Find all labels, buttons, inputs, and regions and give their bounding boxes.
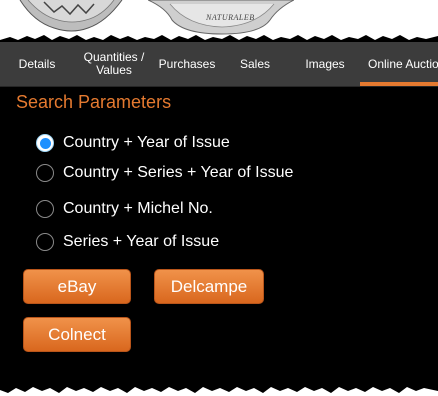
- tab-images[interactable]: Images: [290, 42, 360, 86]
- radio-option-country-series-year[interactable]: Country + Series + Year of Issue: [36, 160, 293, 186]
- stamp-thumbnails-strip: NATURALEB: [0, 0, 438, 42]
- radio-option-country-year[interactable]: Country + Year of Issue: [36, 130, 230, 156]
- radio-button[interactable]: [36, 164, 54, 182]
- ebay-button[interactable]: eBay: [23, 269, 131, 304]
- radio-button[interactable]: [36, 200, 54, 218]
- tab-purchases[interactable]: Purchases: [154, 42, 220, 86]
- tab-online-auction[interactable]: Online Auction: [360, 42, 438, 86]
- tab-details[interactable]: Details: [0, 42, 74, 86]
- tab-quantities-values[interactable]: Quantities / Values: [74, 42, 154, 86]
- colnect-button[interactable]: Colnect: [23, 317, 131, 352]
- torn-edge-bottom: [0, 387, 438, 396]
- tab-sales[interactable]: Sales: [220, 42, 290, 86]
- radio-label: Country + Michel No.: [63, 200, 213, 217]
- radio-label: Country + Year of Issue: [63, 134, 230, 151]
- search-parameters-title: Search Parameters: [16, 92, 172, 112]
- tab-bar: Details Quantities / Values Purchases Sa…: [0, 42, 438, 87]
- radio-button-selected[interactable]: [36, 134, 54, 152]
- radio-option-country-michel[interactable]: Country + Michel No.: [36, 196, 213, 222]
- radio-label: Country + Series + Year of Issue: [63, 164, 294, 181]
- radio-button[interactable]: [36, 233, 54, 251]
- radio-label: Series + Year of Issue: [63, 233, 220, 250]
- torn-edge-top: [0, 35, 438, 42]
- radio-option-series-year[interactable]: Series + Year of Issue: [36, 229, 219, 255]
- stamp-thumbnail-text: NATURALEB: [206, 13, 255, 22]
- delcampe-button[interactable]: Delcampe: [154, 269, 264, 304]
